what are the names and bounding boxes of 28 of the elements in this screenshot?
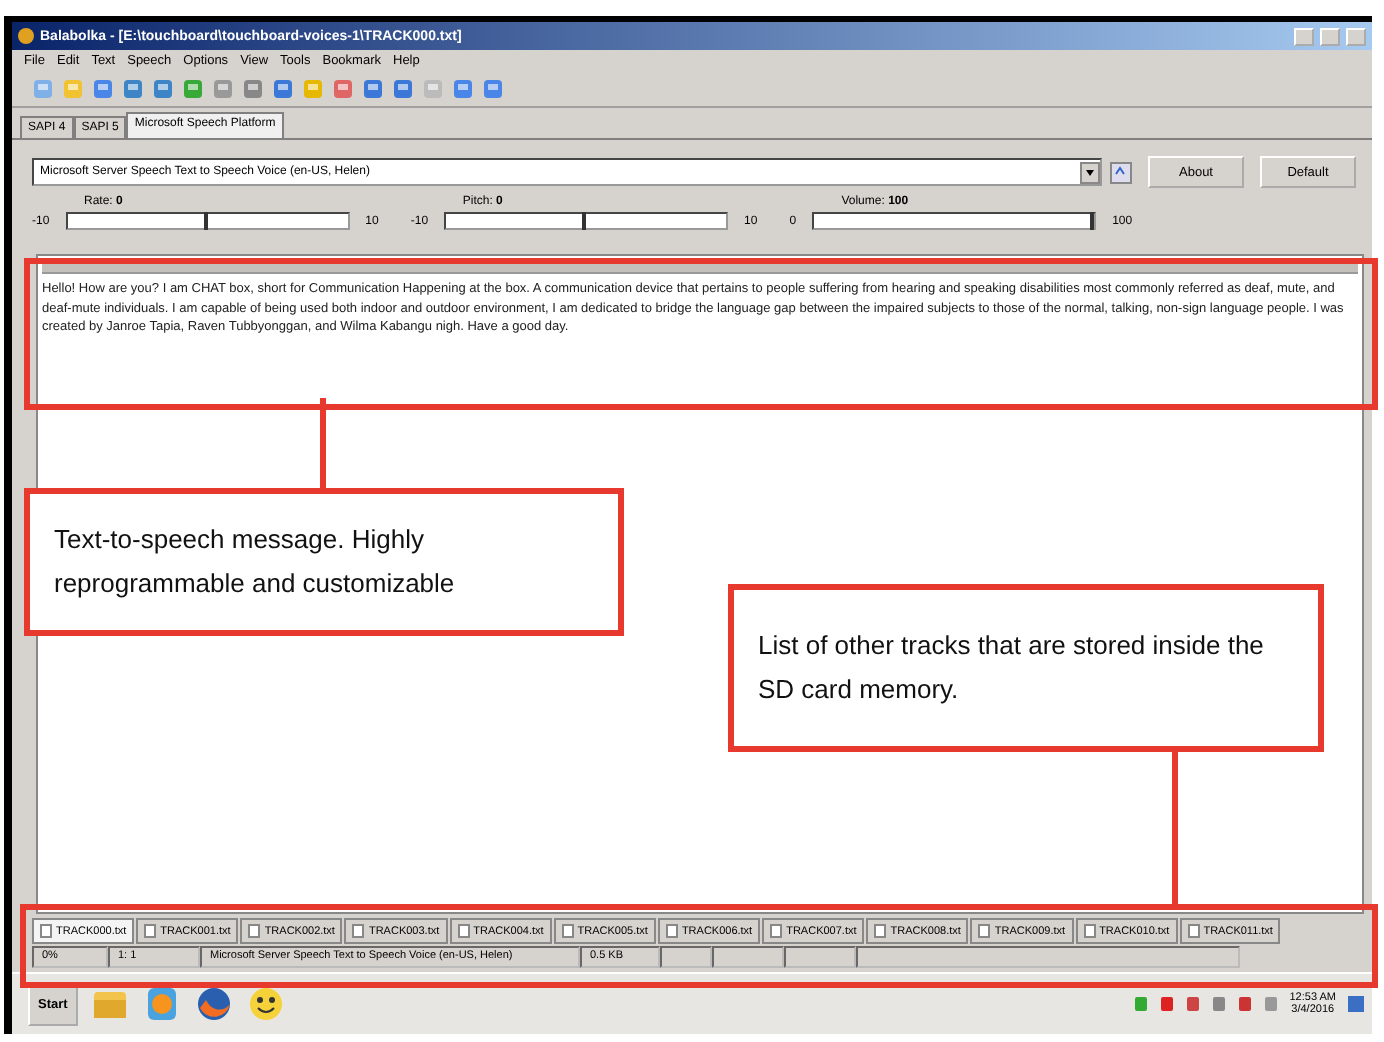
document-icon [248,924,261,938]
smiley-icon[interactable] [245,984,286,1024]
annotation-text: List of other tracks that are stored inside the SD card memory. [758,628,1266,708]
voice-settings-icon[interactable] [1110,161,1132,183]
document-icon [457,924,470,938]
restore-button[interactable] [1320,27,1340,45]
slider-thumb[interactable] [203,212,208,230]
minimize-button[interactable] [1294,27,1314,45]
document-icon [40,924,52,938]
slider-thumb[interactable] [1090,212,1095,230]
close-button[interactable] [1346,27,1366,45]
document-icon [352,924,365,938]
document-icon [770,924,783,938]
annotation-text: Text-to-speech message. Highly reprogrammable and customizable [54,522,457,602]
document-icon [874,924,887,938]
document-icon [665,924,678,938]
browser-icon[interactable] [193,984,234,1024]
document-icon [1083,924,1096,938]
document-icon [1187,924,1200,938]
app-icon [18,28,34,44]
document-icon [144,924,157,938]
slider-thumb[interactable] [582,212,587,230]
slider-track[interactable] [444,212,729,230]
document-icon [561,924,574,938]
slider-track[interactable] [65,212,350,230]
slider-track[interactable] [812,212,1097,230]
caret-icon [1080,161,1100,183]
document-icon [978,924,991,938]
